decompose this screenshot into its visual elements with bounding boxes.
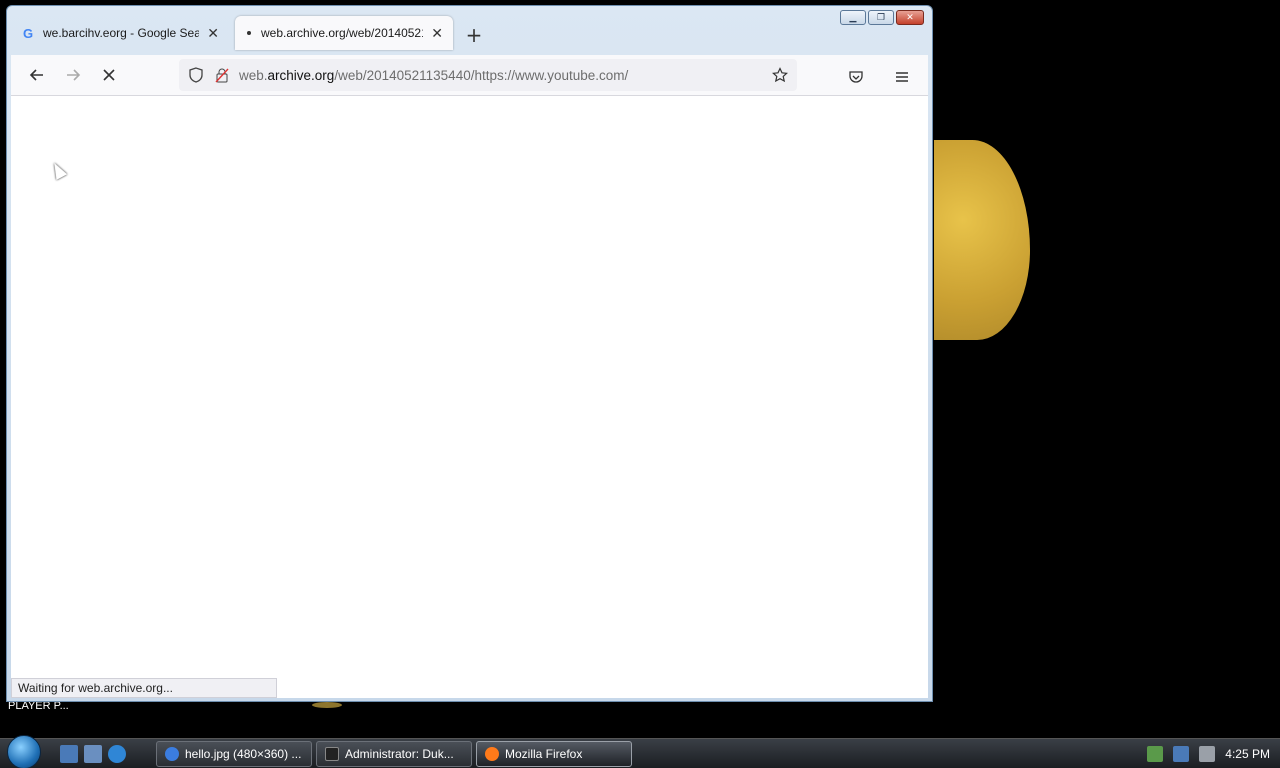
desktop-wallpaper-shape — [934, 140, 1030, 340]
insecure-lock-icon[interactable] — [213, 66, 231, 84]
forward-arrow-icon[interactable] — [55, 57, 91, 93]
back-arrow-icon[interactable] — [19, 57, 55, 93]
tray-app-icon[interactable] — [1147, 746, 1164, 762]
url-bar[interactable]: web.archive.org/web/20140521135440/https… — [179, 59, 797, 91]
firefox-window: ▁ ❐ ✕ G we.barcihv.eorg - Google Search … — [6, 5, 933, 702]
desktop-decoration — [312, 702, 342, 708]
taskbar: hello.jpg (480×360) ... Administrator: D… — [0, 734, 1280, 768]
internet-explorer-icon[interactable] — [108, 744, 126, 763]
chrome-icon — [165, 746, 179, 761]
close-tab-icon[interactable]: ✕ — [431, 25, 443, 42]
task-label: Mozilla Firefox — [505, 746, 583, 761]
url-host: archive.org — [267, 67, 335, 83]
task-list: hello.jpg (480×360) ... Administrator: D… — [156, 740, 632, 767]
maximize-button[interactable]: ❐ — [868, 10, 894, 25]
url-path: /web/20140521135440/https://www.youtube.… — [334, 67, 629, 83]
task-administrator[interactable]: Administrator: Duk... — [316, 740, 472, 767]
volume-muted-icon[interactable] — [1199, 746, 1216, 762]
status-bar: Waiting for web.archive.org... — [11, 678, 277, 698]
firefox-icon — [485, 746, 499, 761]
url-prefix: web. — [239, 67, 268, 83]
tab-strip: G we.barcihv.eorg - Google Search ✕ web.… — [11, 14, 489, 50]
system-tray: 4:25 PM — [1147, 739, 1270, 768]
clock[interactable]: 4:25 PM — [1225, 747, 1270, 761]
minimize-button[interactable]: ▁ — [840, 10, 866, 25]
hamburger-menu-icon[interactable] — [884, 59, 920, 95]
new-tab-button[interactable]: + — [459, 20, 489, 50]
tab-title: web.archive.org/web/20140521135440/https… — [261, 26, 424, 40]
tab-web-archive[interactable]: web.archive.org/web/20140521135440/https… — [235, 16, 453, 50]
bookmark-star-icon[interactable] — [771, 66, 789, 84]
url-text: web.archive.org/web/20140521135440/https… — [239, 68, 628, 83]
pocket-icon[interactable] — [838, 59, 874, 95]
network-icon[interactable] — [1173, 746, 1190, 762]
tab-title: we.barcihv.eorg - Google Search — [43, 26, 200, 40]
task-mozilla-firefox[interactable]: Mozilla Firefox — [476, 740, 632, 767]
cmd-icon — [325, 746, 339, 761]
quick-launch — [60, 744, 126, 763]
window-controls: ▁ ❐ ✕ — [840, 10, 924, 25]
close-tab-icon[interactable]: ✕ — [207, 25, 219, 42]
toolbar-right — [838, 59, 920, 95]
task-label: hello.jpg (480×360) ... — [185, 746, 302, 761]
show-desktop-icon[interactable] — [60, 744, 78, 763]
close-window-button[interactable]: ✕ — [896, 10, 924, 25]
loading-dot-icon — [247, 31, 251, 35]
windows-logo-icon — [7, 734, 41, 768]
navigation-toolbar: web.archive.org/web/20140521135440/https… — [11, 55, 928, 95]
task-hello-jpg[interactable]: hello.jpg (480×360) ... — [156, 740, 312, 767]
page-content[interactable] — [11, 95, 928, 698]
start-button[interactable] — [0, 734, 48, 768]
shield-icon[interactable] — [187, 66, 205, 84]
stop-icon[interactable] — [91, 57, 127, 93]
task-label: Administrator: Duk... — [345, 746, 454, 761]
google-favicon-icon: G — [22, 25, 34, 41]
tab-google-search[interactable]: G we.barcihv.eorg - Google Search ✕ — [11, 16, 229, 50]
switch-windows-icon[interactable] — [84, 744, 102, 763]
